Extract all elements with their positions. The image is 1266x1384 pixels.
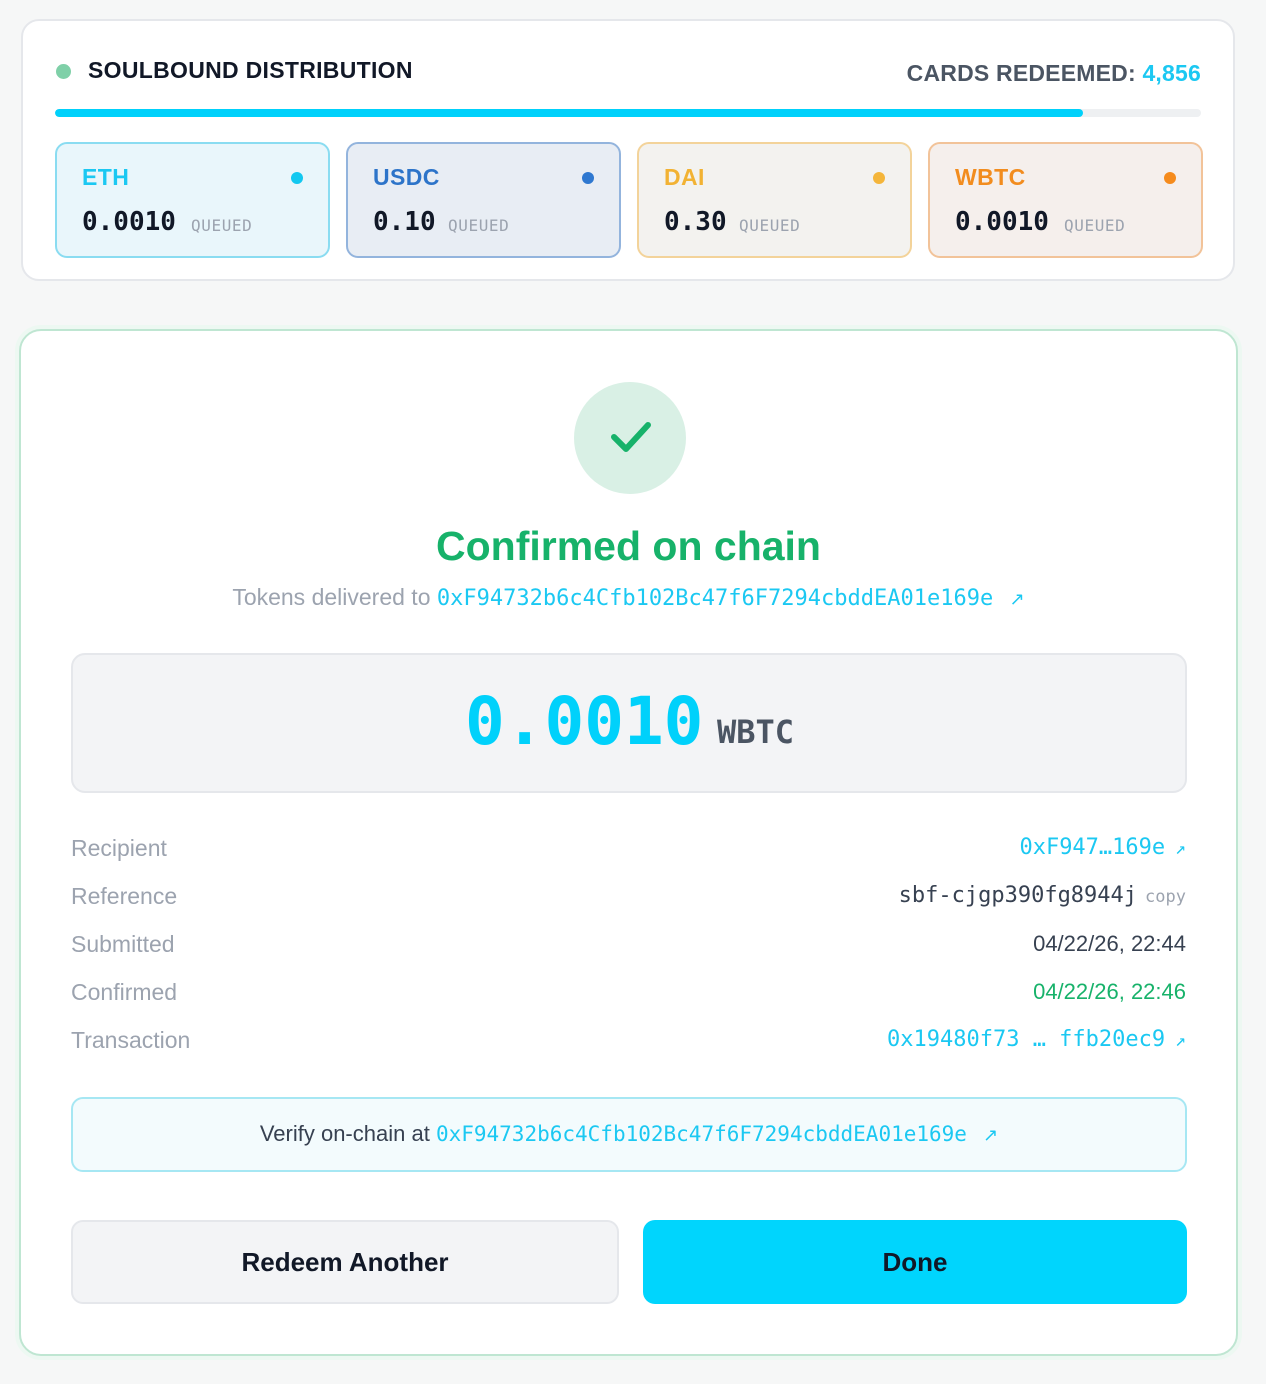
token-card-usdc[interactable]: USDC 0.10 QUEUED bbox=[346, 142, 621, 258]
transaction-details: Recipient 0xF947…169e ↗ Reference sbf-cjg… bbox=[71, 831, 1186, 1071]
distribution-panel: SOULBOUND DISTRIBUTION CARDS REDEEMED: 4… bbox=[21, 19, 1235, 281]
token-card-dai[interactable]: DAI 0.30 QUEUED bbox=[637, 142, 912, 258]
redeem-another-button[interactable]: Redeem Another bbox=[71, 1220, 619, 1304]
token-status: QUEUED bbox=[1064, 216, 1126, 235]
external-link-icon[interactable]: ↗ bbox=[1010, 589, 1025, 609]
token-status-dot-icon bbox=[582, 172, 594, 184]
confirmation-title: Confirmed on chain bbox=[436, 523, 821, 569]
transaction-link[interactable]: 0x19480f73 … ffb20ec9 ↗ bbox=[887, 1027, 1186, 1052]
delivered-to: Tokens delivered to 0xF94732b6c4Cfb102Bc… bbox=[21, 584, 1236, 611]
recipient-link[interactable]: 0xF947…169e ↗ bbox=[1019, 835, 1186, 860]
delivered-address-link[interactable]: 0xF94732b6c4Cfb102Bc47f6F7294cbddEA01e16… bbox=[437, 586, 993, 611]
detail-row-confirmed: Confirmed 04/22/26, 22:46 bbox=[71, 975, 1186, 1023]
token-cards: ETH 0.0010 QUEUED USDC 0.10 QUEUED DAI 0… bbox=[55, 142, 1203, 258]
confirmed-value: 04/22/26, 22:46 bbox=[1033, 979, 1186, 1004]
token-card-eth[interactable]: ETH 0.0010 QUEUED bbox=[55, 142, 330, 258]
detail-row-recipient: Recipient 0xF947…169e ↗ bbox=[71, 831, 1186, 879]
success-badge bbox=[574, 382, 686, 494]
delivered-prefix: Tokens delivered to bbox=[232, 584, 431, 610]
token-amount: 0.0010 bbox=[955, 207, 1049, 237]
submitted-value: 04/22/26, 22:44 bbox=[1033, 931, 1186, 956]
token-status-dot-icon bbox=[873, 172, 885, 184]
detail-label: Recipient bbox=[71, 835, 167, 861]
verify-on-chain-box: Verify on-chain at 0xF94732b6c4Cfb102Bc4… bbox=[71, 1097, 1187, 1172]
detail-row-reference: Reference sbf-cjgp390fg8944j copy bbox=[71, 879, 1186, 927]
detail-label: Submitted bbox=[71, 931, 175, 957]
cards-redeemed-count: 4,856 bbox=[1142, 60, 1201, 86]
token-amount: 0.0010 bbox=[82, 207, 176, 237]
distribution-progress-bar bbox=[55, 109, 1201, 117]
distribution-title: SOULBOUND DISTRIBUTION bbox=[88, 57, 413, 83]
distribution-header: SOULBOUND DISTRIBUTION CARDS REDEEMED: 4… bbox=[55, 57, 1201, 87]
token-name: USDC bbox=[373, 164, 440, 190]
cards-redeemed-label: CARDS REDEEMED: bbox=[906, 60, 1136, 86]
distribution-progress-fill bbox=[55, 109, 1083, 117]
token-amount: 0.10 bbox=[373, 207, 436, 237]
detail-label: Reference bbox=[71, 883, 178, 909]
cards-redeemed: CARDS REDEEMED: 4,856 bbox=[907, 60, 1201, 87]
token-card-wbtc[interactable]: WBTC 0.0010 QUEUED bbox=[928, 142, 1203, 258]
detail-label: Confirmed bbox=[71, 979, 178, 1005]
token-status: QUEUED bbox=[739, 216, 801, 235]
status-dot-icon bbox=[56, 64, 71, 79]
checkmark-icon bbox=[611, 422, 651, 452]
detail-row-submitted: Submitted 04/22/26, 22:44 bbox=[71, 927, 1186, 975]
token-status: QUEUED bbox=[191, 216, 253, 235]
token-amount: 0.30 bbox=[664, 207, 727, 237]
transaction-value[interactable]: 0x19480f73 … ffb20ec9 bbox=[887, 1027, 1165, 1052]
reference-value: sbf-cjgp390fg8944j bbox=[898, 883, 1138, 908]
external-link-icon[interactable]: ↗ bbox=[1175, 1030, 1186, 1051]
token-status-dot-icon bbox=[291, 172, 303, 184]
copy-button[interactable]: copy bbox=[1145, 887, 1186, 907]
token-name: ETH bbox=[82, 164, 130, 190]
redeemed-unit: WBTC bbox=[717, 713, 795, 751]
redeemed-amount: 0.0010 bbox=[465, 683, 704, 760]
amount-display: 0.0010 WBTC bbox=[71, 653, 1187, 793]
recipient-value[interactable]: 0xF947…169e bbox=[1019, 835, 1165, 860]
verify-prefix: Verify on-chain at bbox=[259, 1121, 430, 1146]
token-status-dot-icon bbox=[1164, 172, 1176, 184]
token-status: QUEUED bbox=[448, 216, 510, 235]
done-button[interactable]: Done bbox=[643, 1220, 1187, 1304]
verify-address-link[interactable]: 0xF94732b6c4Cfb102Bc47f6F7294cbddEA01e16… bbox=[436, 1122, 967, 1146]
token-name: DAI bbox=[664, 164, 705, 190]
confirmation-panel: Confirmed on chain Tokens delivered to 0… bbox=[19, 329, 1238, 1356]
detail-row-transaction: Transaction 0x19480f73 … ffb20ec9 ↗ bbox=[71, 1023, 1186, 1071]
reference-value-wrap: sbf-cjgp390fg8944j copy bbox=[899, 883, 1186, 908]
detail-label: Transaction bbox=[71, 1027, 191, 1053]
token-name: WBTC bbox=[955, 164, 1026, 190]
external-link-icon[interactable]: ↗ bbox=[983, 1125, 998, 1145]
external-link-icon[interactable]: ↗ bbox=[1175, 838, 1186, 859]
